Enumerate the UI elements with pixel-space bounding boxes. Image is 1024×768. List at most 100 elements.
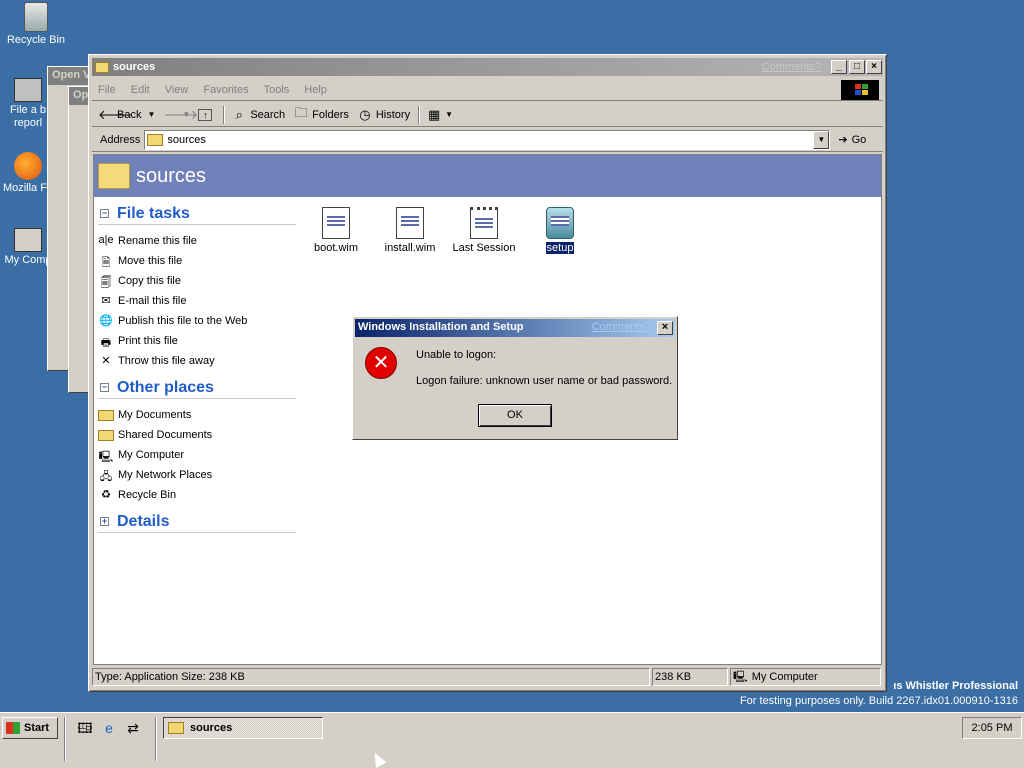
dialog-comments-link[interactable]: Comments? [592, 321, 651, 333]
forward-dropdown-icon[interactable]: ▼ [182, 110, 190, 119]
folder-icon [147, 133, 164, 146]
delete-x-icon: ✕ [101, 355, 111, 367]
media-icon[interactable]: ⇄ [124, 719, 142, 737]
task-move-file[interactable]: 🗎 Move this file [98, 251, 296, 271]
menu-file[interactable]: File [98, 84, 116, 96]
status-size: 238 KB [652, 668, 728, 686]
history-label: History [375, 108, 411, 121]
dialog-message-line1: Unable to logon: [416, 349, 497, 361]
place-my-network-places[interactable]: 🖧 My Network Places [98, 465, 296, 485]
task-label: Move this file [118, 255, 183, 267]
menu-help[interactable]: Help [304, 84, 327, 96]
folders-button[interactable]: 🗀 Folders [293, 104, 349, 126]
toolbar-separator [223, 105, 226, 124]
computer-icon [14, 78, 42, 102]
comments-link[interactable]: Comments? [762, 61, 821, 73]
up-folder-button[interactable]: ↑ [198, 108, 215, 121]
back-button[interactable]: 🡐 Back ▼ [98, 107, 155, 123]
place-label: Shared Documents [118, 429, 213, 441]
menu-view[interactable]: View [165, 84, 189, 96]
other-places-header[interactable]: − Other places [98, 377, 296, 399]
collapse-icon[interactable]: − [100, 209, 109, 218]
expand-icon[interactable]: + [100, 517, 109, 526]
menu-tools[interactable]: Tools [264, 84, 290, 96]
search-button[interactable]: ⌕ Search [231, 107, 286, 123]
start-button[interactable]: Start [2, 717, 58, 739]
address-dropdown-button[interactable]: ▼ [813, 130, 830, 149]
file-install-wim[interactable]: install.wim [370, 207, 450, 254]
maximize-button[interactable]: □ [849, 60, 865, 74]
file-name: Last Session [452, 242, 516, 254]
error-icon: ✕ [365, 347, 397, 379]
show-desktop-icon[interactable]: 🖽 [76, 719, 94, 737]
taskbar-separator [155, 717, 157, 761]
address-input[interactable]: sources ▼ [144, 129, 831, 150]
file-last-session[interactable]: Last Session [444, 207, 524, 254]
file-setup[interactable]: setup [520, 207, 600, 254]
place-my-computer[interactable]: 🖳 My Computer [98, 445, 296, 465]
status-bar: Type: Application Size: 238 KB 238 KB 🖳 … [92, 668, 883, 688]
close-button[interactable]: × [866, 60, 882, 74]
desktop-icon-recycle-bin[interactable]: Recycle Bin [0, 2, 72, 47]
task-label: E-mail this file [118, 295, 187, 307]
window-titlebar[interactable]: sources Comments? _ □ × [92, 58, 883, 76]
menu-favorites[interactable]: Favorites [203, 84, 248, 96]
dialog-titlebar[interactable]: Windows Installation and Setup Comments?… [355, 319, 675, 337]
move-icon: 🗎 [101, 257, 111, 269]
address-label: Address [100, 133, 141, 146]
place-shared-documents[interactable]: Shared Documents [98, 425, 296, 445]
collapse-icon[interactable]: − [100, 383, 109, 392]
task-copy-file[interactable]: 🗐 Copy this file [98, 271, 296, 291]
dialog-close-button[interactable]: × [657, 321, 673, 335]
file-boot-wim[interactable]: boot.wim [296, 207, 376, 254]
task-label: Copy this file [118, 275, 181, 287]
window-title: sources [113, 61, 156, 73]
taskbar-separator [64, 717, 66, 761]
wim-file-icon [322, 207, 350, 239]
folders-label: Folders [312, 108, 349, 121]
file-name: boot.wim [313, 242, 359, 254]
quick-launch: 🖽 e ⇄ [76, 719, 148, 737]
task-label: Publish this file to the Web [118, 315, 248, 327]
taskbar-item-label: sources [190, 722, 233, 734]
address-bar: Address sources ▼ ➔ Go [92, 128, 883, 152]
notepad-file-icon [470, 207, 498, 239]
shared-folder-icon [98, 429, 114, 441]
folder-header: sources [94, 155, 881, 197]
minimize-button[interactable]: _ [831, 60, 847, 74]
taskbar-item-sources[interactable]: sources [163, 717, 323, 739]
copy-icon: 🗐 [100, 277, 112, 289]
place-my-documents[interactable]: My Documents [98, 405, 296, 425]
address-value: sources [167, 133, 206, 146]
back-label: Back [117, 108, 142, 121]
menu-edit[interactable]: Edit [131, 84, 150, 96]
place-label: My Computer [118, 449, 185, 461]
file-tasks-header[interactable]: − File tasks [98, 203, 296, 225]
task-publish-web[interactable]: 🌐 Publish this file to the Web [98, 311, 296, 331]
my-computer-icon: 🖳 [98, 451, 114, 463]
desktop-icon-label: Recycle Bin [6, 34, 66, 46]
task-rename-file[interactable]: a|e Rename this file [98, 231, 296, 251]
details-header[interactable]: + Details [98, 511, 296, 533]
task-print-file[interactable]: 🖶 Print this file [98, 331, 296, 351]
views-icon: ▦ [427, 106, 441, 122]
system-clock[interactable]: 2:05 PM [962, 717, 1022, 739]
back-dropdown-icon[interactable]: ▼ [147, 110, 155, 119]
network-icon: 🖧 [99, 471, 113, 483]
file-name: setup [545, 242, 575, 254]
place-recycle-bin[interactable]: ♻ Recycle Bin [98, 485, 296, 505]
internet-explorer-icon[interactable]: e [100, 719, 118, 737]
place-label: Recycle Bin [118, 489, 177, 501]
views-button[interactable]: ▦ ▼ [426, 107, 453, 123]
search-label: Search [250, 108, 286, 121]
task-email-file[interactable]: ✉ E-mail this file [98, 291, 296, 311]
go-button[interactable]: ➔ Go [838, 133, 866, 147]
ok-button[interactable]: OK [478, 404, 552, 427]
go-arrow-icon: ➔ [838, 134, 848, 146]
dialog-title: Windows Installation and Setup [358, 321, 524, 333]
toolbar-separator [418, 105, 421, 124]
task-label: Throw this file away [118, 355, 215, 367]
history-button[interactable]: ◷ History [357, 107, 410, 123]
forward-button[interactable]: 🡒 ▼ [163, 107, 198, 123]
task-delete-file[interactable]: ✕ Throw this file away [98, 351, 296, 371]
